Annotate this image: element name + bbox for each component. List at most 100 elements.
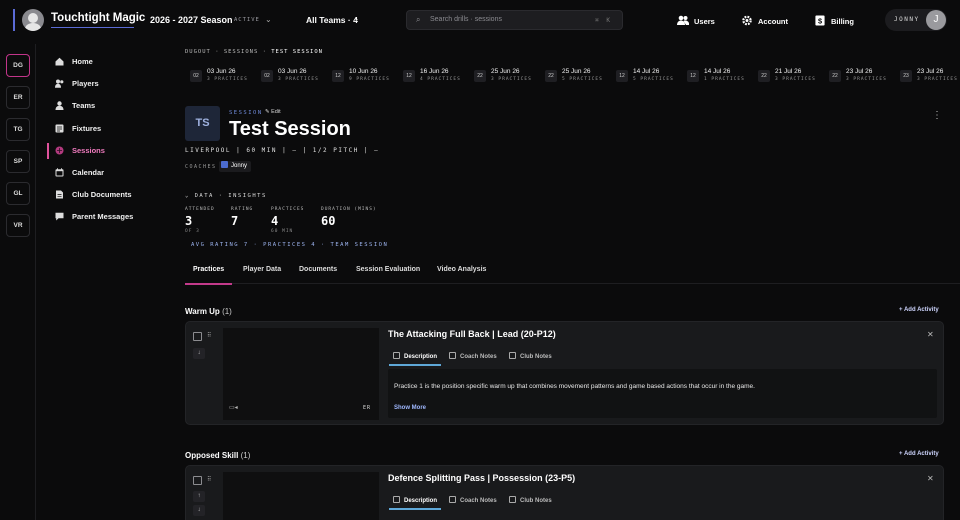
date-chip-practices: 1 PRACTICES — [704, 77, 745, 82]
breadcrumb-separator: · — [262, 49, 267, 55]
sidebar-item-teams[interactable]: Teams — [47, 98, 167, 114]
stat-value: 60 — [321, 214, 336, 228]
edit-label: Edit — [271, 109, 281, 115]
top-bar: Touchtight Magic 2026 - 2027 Season ACTI… — [0, 0, 960, 40]
card-tab-label: Coach Notes — [460, 498, 497, 504]
card-tab-label: Description — [404, 354, 438, 360]
tab-video-analysis[interactable]: Video Analysis — [437, 266, 486, 273]
card-tab-club-notes[interactable]: Club Notes — [509, 496, 552, 504]
stat-value: 3 — [185, 214, 193, 228]
practice-title[interactable]: The Attacking Full Back | Lead (20-P12) — [388, 329, 556, 339]
date-chip-date: 03 Jun 26 — [207, 68, 236, 75]
move-down-icon[interactable]: ↓ — [193, 505, 205, 516]
practice-description: Practice 1 is the position specific warm… — [394, 383, 755, 390]
users-nav-label: Users — [694, 17, 715, 26]
teams-icon — [55, 101, 64, 110]
brand-underline — [51, 27, 134, 28]
team-rail-item[interactable]: ER — [6, 86, 30, 109]
card-tab-description[interactable]: Description — [388, 496, 442, 510]
notes-icon — [509, 496, 516, 503]
sidebar-item-club-documents[interactable]: Club Documents — [47, 187, 167, 203]
brand-name[interactable]: Touchtight Magic — [51, 12, 145, 24]
date-chip-number: 12 — [616, 70, 628, 82]
session-avatar: TS — [185, 106, 220, 141]
user-menu[interactable]: JONNY J — [885, 9, 947, 31]
tab-session-evaluation[interactable]: Session Evaluation — [356, 266, 420, 273]
tab-documents[interactable]: Documents — [299, 266, 337, 273]
sidebar-item-home[interactable]: Home — [47, 54, 167, 70]
practice-thumbnail[interactable]: ▭◂ ER — [223, 328, 379, 420]
team-rail-item[interactable]: SP — [6, 150, 30, 173]
stat-label: RATING — [231, 207, 254, 212]
players-icon — [55, 79, 64, 88]
search-input[interactable]: ⌕ Search drills · sessions ⌘ K — [406, 10, 623, 30]
date-chip-number: 12 — [687, 70, 699, 82]
close-icon[interactable]: ✕ — [927, 330, 934, 339]
notes-icon — [509, 352, 516, 359]
close-icon[interactable]: ✕ — [927, 474, 934, 483]
account-nav-button[interactable]: Account — [741, 15, 788, 26]
date-chip-date: 03 Jun 26 — [278, 68, 307, 75]
add-activity-button[interactable]: + Add Activity — [899, 451, 939, 457]
move-down-icon[interactable]: ↓ — [193, 348, 205, 359]
coach-avatar — [221, 161, 228, 168]
stat-value: 7 — [231, 214, 239, 228]
tab-practices[interactable]: Practices — [184, 266, 233, 285]
practice-select-checkbox[interactable] — [193, 476, 202, 485]
sidebar-item-calendar[interactable]: Calendar — [47, 165, 167, 181]
messages-icon — [55, 212, 64, 221]
date-chip-practices: 3 PRACTICES — [775, 77, 816, 82]
practice-card: ⠿ ↑ ↓ Defence Splitting Pass | Possessio… — [185, 465, 944, 520]
date-chip-number: 23 — [900, 70, 912, 82]
document-icon — [393, 352, 400, 359]
sidebar-item-label: Teams — [72, 101, 96, 110]
team-rail-item[interactable]: VR — [6, 214, 30, 237]
section-heading-warm-up: Warm Up (1) — [185, 307, 232, 316]
practice-title[interactable]: Defence Splitting Pass | Possession (23-… — [388, 473, 575, 483]
billing-nav-button[interactable]: $ Billing — [814, 15, 854, 26]
team-rail-item[interactable]: GL — [6, 182, 30, 205]
sidebar-item-parent-messages[interactable]: Parent Messages — [47, 209, 167, 225]
date-chip-date: 10 Jun 26 — [349, 68, 378, 75]
practice-select-checkbox[interactable] — [193, 332, 202, 341]
home-icon — [55, 57, 64, 66]
drag-handle-icon[interactable]: ⠿ — [207, 332, 211, 339]
stat-label: ATTENDED — [185, 207, 215, 212]
coach-chip[interactable]: Jonny — [219, 161, 252, 172]
add-activity-label: Add Activity — [903, 451, 939, 457]
more-options-icon[interactable]: ⋮ — [932, 110, 942, 121]
move-up-icon[interactable]: ↑ — [193, 491, 205, 502]
date-chip-practices: 5 PRACTICES — [562, 77, 603, 82]
add-activity-button[interactable]: + Add Activity — [899, 307, 939, 313]
breadcrumb-link[interactable]: DUGOUT — [185, 49, 211, 55]
users-nav-button[interactable]: Users — [677, 15, 715, 26]
practice-thumbnail[interactable] — [223, 472, 379, 520]
card-tab-coach-notes[interactable]: Coach Notes — [449, 496, 497, 504]
stat-sub: OF 3 — [185, 229, 200, 234]
club-logo[interactable] — [22, 9, 44, 31]
teams-filter[interactable]: All Teams · 4 — [306, 15, 358, 25]
card-tab-description[interactable]: Description — [388, 352, 442, 366]
show-more-link[interactable]: Show More — [394, 405, 426, 411]
date-chip-date: 16 Jun 26 — [420, 68, 449, 75]
document-icon — [393, 496, 400, 503]
edit-session-button[interactable]: ✎ Edit — [265, 109, 281, 115]
season-selector[interactable]: 2026 - 2027 Season — [150, 15, 233, 25]
sidebar-item-players[interactable]: Players — [47, 76, 167, 92]
tab-player-data[interactable]: Player Data — [243, 266, 281, 273]
date-chip-practices: 5 PRACTICES — [633, 77, 674, 82]
page-title: Test Session — [229, 118, 351, 140]
card-tab-club-notes[interactable]: Club Notes — [509, 352, 552, 360]
team-rail-item[interactable]: DG — [6, 54, 30, 77]
sidebar-item-sessions[interactable]: Sessions — [47, 143, 167, 159]
notes-icon — [449, 352, 456, 359]
card-tab-coach-notes[interactable]: Coach Notes — [449, 352, 497, 360]
chevron-down-icon[interactable]: ⌄ — [353, 14, 360, 23]
team-rail-item[interactable]: TG — [6, 118, 30, 141]
date-chip-number: 22 — [545, 70, 557, 82]
data-insights-toggle[interactable]: ⌄ DATA · INSIGHTS — [185, 193, 267, 199]
chevron-down-icon[interactable]: ⌄ — [265, 15, 272, 24]
drag-handle-icon[interactable]: ⠿ — [207, 476, 211, 483]
sidebar-item-fixtures[interactable]: Fixtures — [47, 121, 167, 137]
breadcrumb-link[interactable]: SESSIONS — [224, 49, 259, 55]
